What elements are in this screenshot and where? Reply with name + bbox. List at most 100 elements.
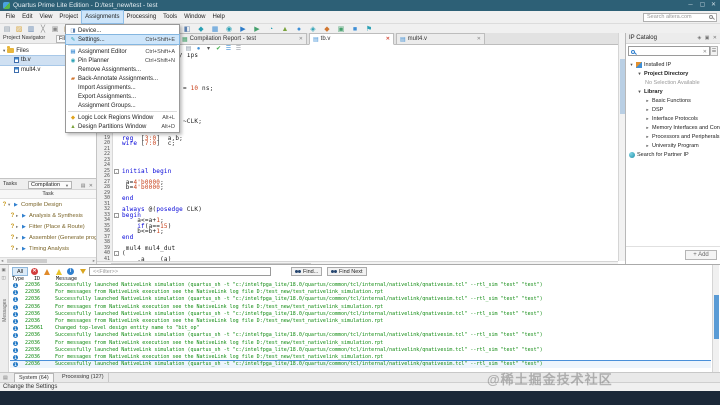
menu-item-assignment-groups[interactable]: Assignment Groups... <box>66 101 179 110</box>
expand-arrow-icon[interactable]: ▸ <box>645 107 650 113</box>
run-task-icon[interactable]: ▶ <box>22 213 29 219</box>
run-task-icon[interactable]: ▶ <box>22 235 29 241</box>
message-row[interactable]: i 22036 For messages from NativeLink execu… <box>10 340 711 347</box>
fold-marker-icon[interactable]: - <box>114 212 119 218</box>
menu-item-export-assignments[interactable]: Export Assignments... <box>66 92 179 101</box>
ip-item-interface-protocols[interactable]: ▸ Interface Protocols <box>626 114 720 123</box>
ip-item-library[interactable]: ▾ Library <box>626 87 720 96</box>
task-assembler-generate-programming-files[interactable]: ?▸▶Assembler (Generate programming files… <box>0 232 96 243</box>
tasks-panel-icons[interactable]: ▤ ✕ <box>81 181 94 192</box>
menu-project[interactable]: Project <box>56 11 82 23</box>
indent-icon[interactable]: ☰ <box>225 45 232 53</box>
menu-tools[interactable]: Tools <box>160 11 181 23</box>
ip-item-search-for-partner-ip[interactable]: Search for Partner IP <box>626 150 720 159</box>
filter-info-button[interactable]: i <box>66 267 75 276</box>
ip-item-installed-ip[interactable]: ▾ Installed IP <box>626 60 720 69</box>
ip-item-no-selection-available[interactable]: No Selection Available <box>626 78 720 87</box>
menu-item-import-assignments[interactable]: Import Assignments... <box>66 83 179 92</box>
message-row[interactable]: i 22036 Successfully launched NativeLink s… <box>10 282 711 289</box>
clear-search-icon[interactable]: ✕ <box>703 47 707 57</box>
expand-arrow-icon[interactable]: ▾ <box>629 62 634 68</box>
expand-arrow-icon[interactable]: ▾ <box>637 71 642 77</box>
menu-edit[interactable]: Edit <box>19 11 36 23</box>
filter-all-button[interactable]: All <box>12 267 28 276</box>
expand-arrow-icon[interactable]: ▸ <box>645 134 650 140</box>
message-row[interactable]: i 22036 Successfully launched NativeLink s… <box>10 332 711 339</box>
messages-tabs-icon[interactable]: ▤ <box>3 375 8 381</box>
menu-processing[interactable]: Processing <box>123 11 160 23</box>
spell-check-icon[interactable]: ✔ <box>215 45 222 53</box>
menu-file[interactable]: File <box>2 11 19 23</box>
fold-marker-icon[interactable]: - <box>114 251 119 256</box>
message-row[interactable]: i 125061 Changed top-level design entity n… <box>10 325 711 332</box>
code-editor[interactable]: `timescale 1ns / 1psmodule tb;reg CLK;pa… <box>122 53 616 261</box>
run-task-icon[interactable]: ▶ <box>22 224 29 230</box>
filter-errors-button[interactable]: ✕ <box>30 267 39 276</box>
menu-item-remove-assignments[interactable]: Remove Assignments... <box>66 65 179 74</box>
minimize-button[interactable]: ─ <box>685 0 696 11</box>
close-button[interactable]: ✕ <box>708 0 719 11</box>
ip-search-options-button[interactable]: ☰ <box>710 46 718 56</box>
menu-item-pin-planner[interactable]: ◉ Pin Planner Ctrl+Shift+N <box>66 56 179 65</box>
message-row[interactable]: i 22036 For messages from NativeLink execu… <box>10 289 711 296</box>
message-row[interactable]: i 22036 Successfully launched NativeLink s… <box>10 296 711 303</box>
message-row[interactable]: i 22036 Successfully launched NativeLink s… <box>10 347 711 354</box>
ip-catalog-panel-icons[interactable]: ◈ ▣ ✕ <box>697 33 718 44</box>
task-analysis-synthesis[interactable]: ? ▸ ▶ Analysis & Synthesis <box>0 210 96 221</box>
task-timing-analysis[interactable]: ? ▸ ▶ Timing Analysis <box>0 243 96 254</box>
task-fitter-place-route[interactable]: ? ▸ ▶ Fitter (Place & Route) <box>0 221 96 232</box>
find-next-button[interactable]: Find Next <box>327 267 367 276</box>
menu-item-settings[interactable]: ✎ Settings... Ctrl+Shift+E <box>65 34 180 45</box>
close-tab-icon[interactable]: ✕ <box>386 36 390 42</box>
message-row[interactable]: i 22036 For messages from NativeLink execu… <box>10 304 711 311</box>
tab-mult4-v[interactable]: ▤ mult4.v ✕ <box>396 33 485 45</box>
altera-search-input[interactable]: Search altera.com <box>643 12 717 22</box>
menu-help[interactable]: Help <box>209 11 228 23</box>
menu-item-logic-lock-regions-window[interactable]: ◆ Logic Lock Regions Window Alt+L <box>66 113 179 122</box>
menu-item-back-annotate-assignments[interactable]: ▰ Back-Annotate Assignments... <box>66 74 179 83</box>
dock-icon[interactable]: ▣ <box>2 267 6 273</box>
run-task-icon[interactable]: ▶ <box>14 202 21 208</box>
ip-item-project-directory[interactable]: ▾ Project Directory <box>626 69 720 78</box>
bookmark-icon[interactable]: ▾ <box>205 45 212 53</box>
filter-warnings-button[interactable] <box>54 267 63 276</box>
expand-arrow-icon[interactable]: ▾ <box>637 89 642 95</box>
close-tab-icon[interactable]: ✕ <box>477 36 481 42</box>
message-row[interactable]: i 22036 For messages from NativeLink execu… <box>10 354 711 361</box>
filter-critical-warnings-button[interactable] <box>42 267 51 276</box>
info-icon[interactable]: ● <box>195 45 202 53</box>
run-task-icon[interactable]: ▶ <box>22 246 29 252</box>
task-compile-design[interactable]: ? ▾ ▶ Compile Design <box>0 199 96 210</box>
ip-item-basic-functions[interactable]: ▸ Basic Functions <box>626 96 720 105</box>
maximize-button[interactable]: ▢ <box>697 0 708 11</box>
word-wrap-icon[interactable]: ☰ <box>235 45 242 53</box>
menu-item-assignment-editor[interactable]: ▦ Assignment Editor Ctrl+Shift+A <box>66 47 179 56</box>
find-button[interactable]: Find... <box>291 267 323 276</box>
expand-arrow-icon[interactable]: ▸ <box>645 143 650 149</box>
expand-arrow-icon[interactable]: ▸ <box>645 98 650 104</box>
ip-item-memory-interfaces-and-controllers[interactable]: ▸Memory Interfaces and Controllers <box>626 123 720 132</box>
message-row[interactable]: i 22036 Successfully launched NativeLink s… <box>10 360 711 369</box>
menu-item-design-partitions-window[interactable]: ▲ Design Partitions Window Alt+D <box>66 122 179 131</box>
task-flow-select[interactable]: Compilation ▼ <box>28 180 72 189</box>
tasks-hscrollbar[interactable]: ◂ ▸ <box>0 257 96 264</box>
tab-tb-v[interactable]: ▤ tb.v ✕ <box>309 33 394 45</box>
menu-view[interactable]: View <box>36 11 56 23</box>
add-ip-button[interactable]: + Add <box>685 250 717 260</box>
ip-item-dsp[interactable]: ▸ DSP <box>626 105 720 114</box>
tab-compilation-report-test[interactable]: ▦ Compilation Report - test ✕ <box>178 33 307 45</box>
print-icon[interactable]: ▤ <box>185 45 192 53</box>
close-tab-icon[interactable]: ✕ <box>299 36 303 42</box>
message-filter-input[interactable]: <<Filter>> <box>89 267 271 276</box>
message-row[interactable]: i 22036 Successfully launched NativeLink s… <box>10 311 711 318</box>
ip-catalog-search-input[interactable]: ✕ <box>628 46 710 56</box>
message-row[interactable]: i 22036 For messages from NativeLink execu… <box>10 318 711 325</box>
messages-vscrollbar[interactable] <box>712 265 719 372</box>
expand-arrow-icon[interactable]: ▾ <box>3 48 5 54</box>
menu-item-device[interactable]: ◨ Device... <box>66 26 179 35</box>
ip-item-university-program[interactable]: ▸ University Program <box>626 141 720 150</box>
expand-arrow-icon[interactable]: ▸ <box>645 125 650 131</box>
fold-marker-icon[interactable]: - <box>114 168 119 174</box>
ip-item-processors-and-peripherals[interactable]: ▸ Processors and Peripherals <box>626 132 720 141</box>
menu-window[interactable]: Window <box>181 11 209 23</box>
